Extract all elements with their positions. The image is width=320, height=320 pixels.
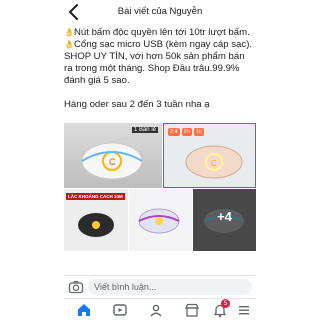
post-line: SHOP UY TÍN, với hơn 50k sản phẩm bán ra… [64,51,245,86]
post-line: 👌Cổng sạc micro USB (kèm ngay cáp sạc). [64,39,253,50]
comment-placeholder: Viết bình luận... [94,282,157,292]
menu-icon[interactable] [236,302,252,318]
groups-icon[interactable] [148,302,164,318]
bottom-nav: 5 [64,298,256,320]
page-title: Bài viết của Nguyễn [117,6,203,17]
photo-1[interactable]: C 1 Bán lẻ [64,123,162,188]
post-line: 👌Nút bấm độc quyền lên tới 10tr lượt bấm… [64,27,250,38]
marketplace-icon[interactable] [184,302,200,318]
photo-2[interactable]: C 2.4 2h 10 [163,123,256,188]
ok-hand-icon: 👌 [64,40,74,49]
photo-4[interactable] [129,189,192,251]
more-photos-count: +4 [217,209,232,224]
feature-badges: 2.4 2h 10 [168,128,204,136]
post-line: Hàng oder sau 2 đến 3 tuần nha ạ [64,99,210,110]
comment-bar: Viết bình luận... [64,275,256,297]
home-icon[interactable] [76,302,92,318]
comment-input[interactable]: Viết bình luận... [88,279,252,295]
post-body: 👌Nút bấm độc quyền lên tới 10tr lượt bấm… [64,27,254,111]
camera-icon[interactable] [68,279,84,295]
top-bar: Bài viết của Nguyễn [0,0,320,26]
photo-tag: 1 Bán lẻ [131,127,158,133]
svg-text:C: C [109,157,116,167]
feature-badge: 10 [193,128,204,136]
feature-badge: 2h [181,128,192,136]
mouse-image [138,208,180,234]
photo-3[interactable]: LẮC KHOẢNG CÁCH 10M [64,189,128,251]
ok-hand-icon: 👌 [64,28,74,37]
feature-badge: 2.4 [168,128,180,136]
svg-text:C: C [211,159,217,168]
photo-5[interactable]: +4 [193,189,256,251]
photo-caption: LẮC KHOẢNG CÁCH 10M [66,193,125,200]
watch-video-icon[interactable] [112,302,128,318]
notification-badge: 5 [221,299,230,308]
